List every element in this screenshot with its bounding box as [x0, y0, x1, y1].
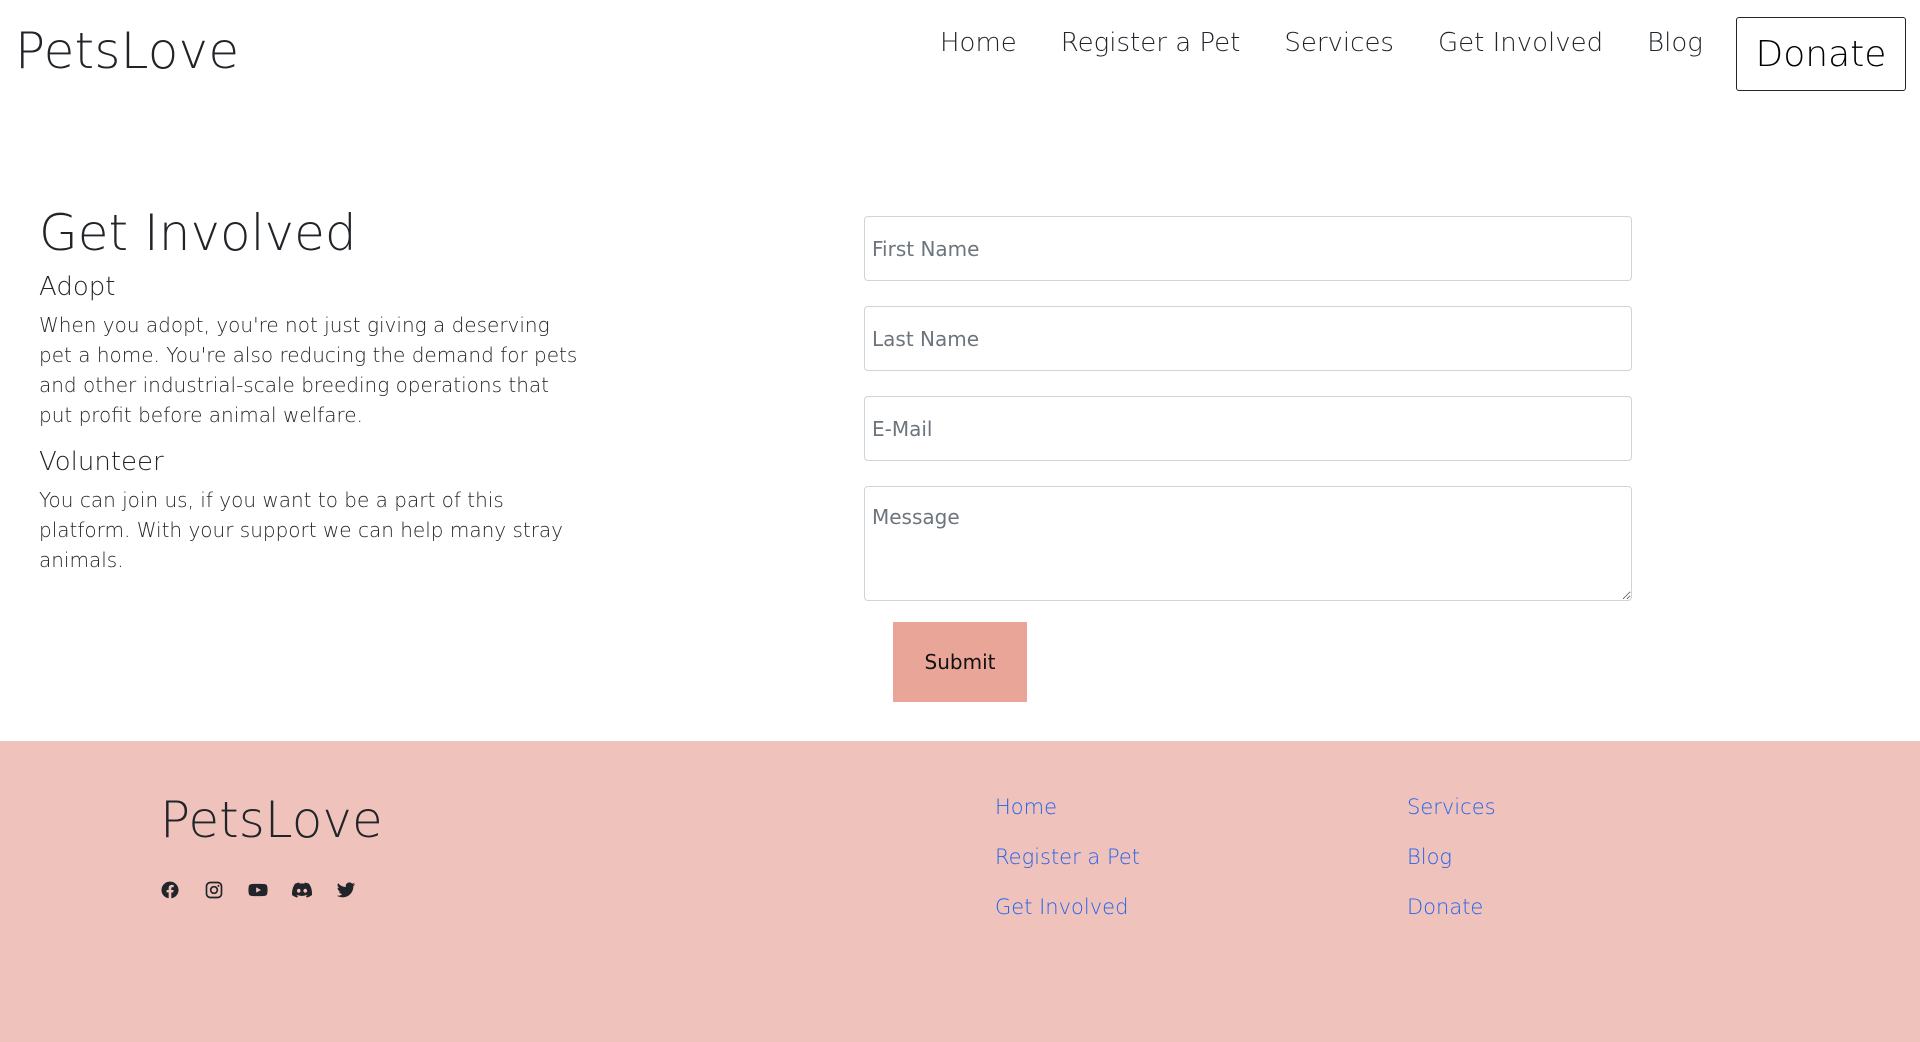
nav-home[interactable]: Home [940, 28, 1017, 58]
nav-get-involved[interactable]: Get Involved [1438, 28, 1603, 58]
adopt-heading: Adopt [39, 272, 116, 302]
footer: PetsLove Home Register a Pet Get Involve… [0, 741, 1920, 1042]
footer-link-get-involved[interactable]: Get Involved [995, 893, 1140, 921]
brand-logo[interactable]: PetsLove [15, 22, 239, 80]
footer-brand-logo: PetsLove [160, 791, 383, 849]
first-name-input[interactable] [864, 216, 1632, 281]
footer-link-blog[interactable]: Blog [1407, 843, 1496, 871]
page-title: Get Involved [39, 204, 357, 262]
instagram-icon[interactable] [204, 880, 224, 900]
footer-link-register-pet[interactable]: Register a Pet [995, 843, 1140, 871]
submit-button[interactable]: Submit [893, 622, 1027, 702]
navbar: PetsLove Home Register a Pet Services Ge… [0, 0, 1920, 108]
email-input[interactable] [864, 396, 1632, 461]
footer-link-home[interactable]: Home [995, 793, 1140, 821]
facebook-icon[interactable] [160, 880, 180, 900]
volunteer-text: You can join us, if you want to be a par… [39, 488, 564, 572]
main-nav: Home Register a Pet Services Get Involve… [940, 28, 1703, 58]
footer-link-donate[interactable]: Donate [1407, 893, 1496, 921]
footer-links-col2: Services Blog Donate [1407, 793, 1496, 943]
adopt-text: When you adopt, you're not just giving a… [39, 313, 578, 427]
last-name-input[interactable] [864, 306, 1632, 371]
contact-form: Submit [864, 216, 1632, 702]
volunteer-heading: Volunteer [39, 447, 164, 477]
discord-icon[interactable] [292, 880, 312, 900]
nav-services[interactable]: Services [1284, 28, 1394, 58]
get-involved-info: Get Involved Adopt When you adopt, you'r… [39, 200, 579, 575]
donate-button[interactable]: Donate [1736, 17, 1906, 91]
footer-link-services[interactable]: Services [1407, 793, 1496, 821]
message-textarea[interactable] [864, 486, 1632, 601]
nav-blog[interactable]: Blog [1647, 28, 1703, 58]
twitter-icon[interactable] [336, 880, 356, 900]
social-links [160, 880, 380, 900]
youtube-icon[interactable] [248, 880, 268, 900]
footer-links-col1: Home Register a Pet Get Involved [995, 793, 1140, 943]
nav-register-pet[interactable]: Register a Pet [1061, 28, 1241, 58]
